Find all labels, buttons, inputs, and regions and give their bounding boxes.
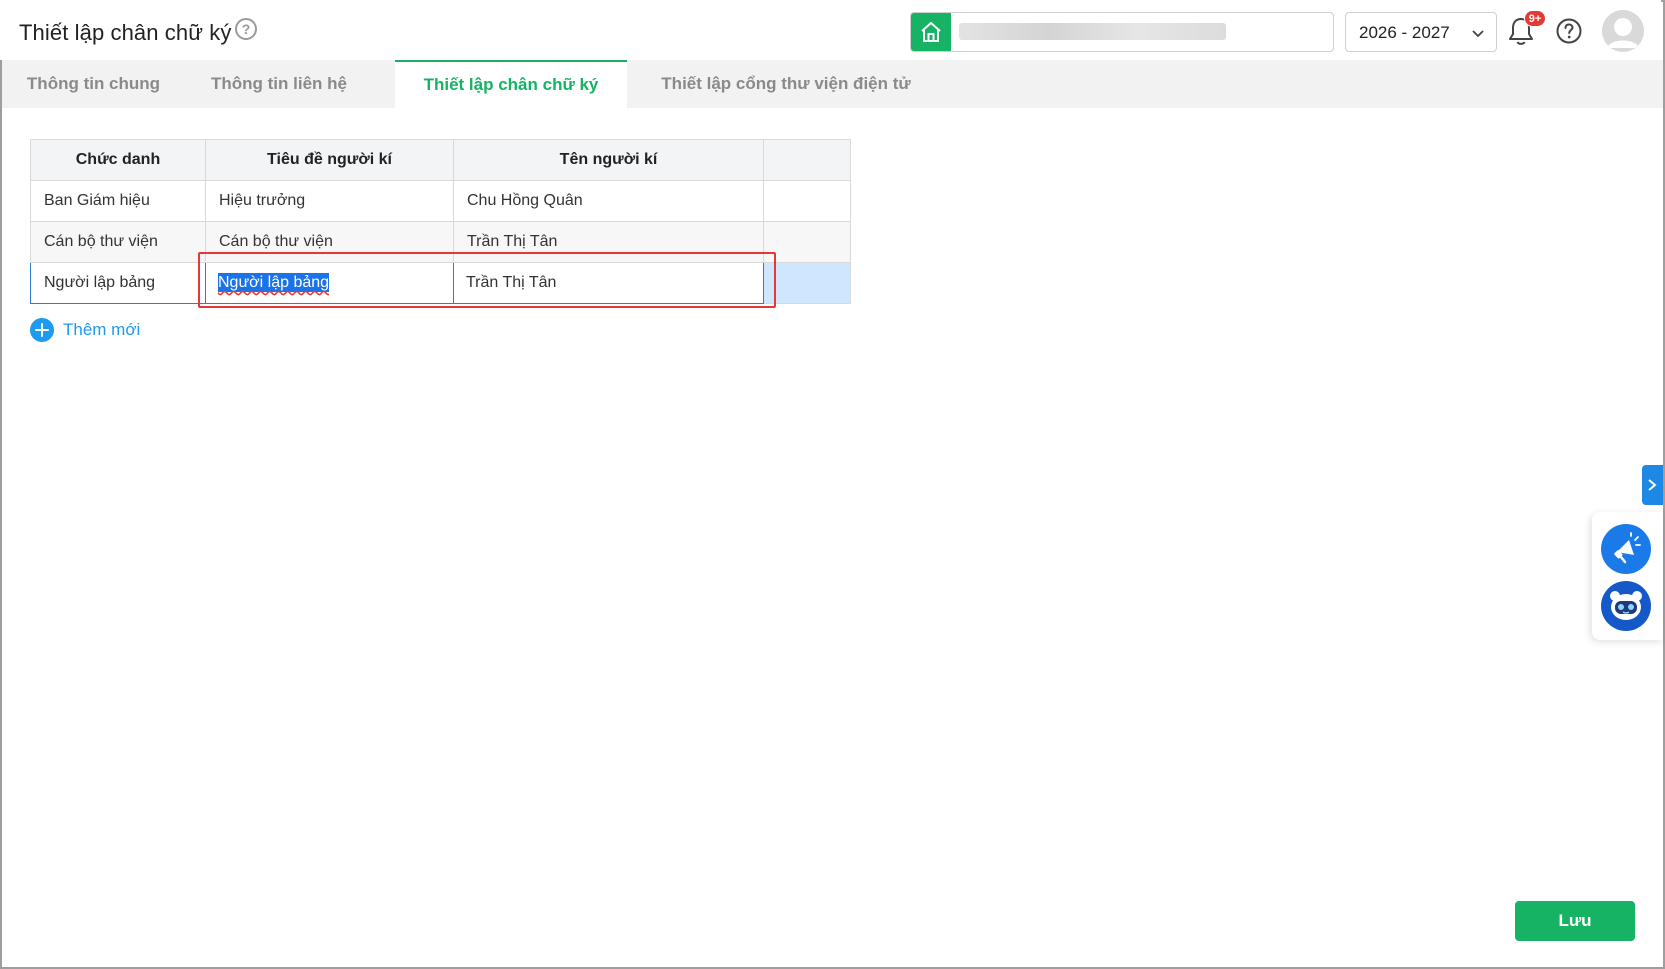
plus-icon xyxy=(30,318,54,342)
table-row-editing[interactable]: Người lập bảng Người lập bảng Trần Thị T… xyxy=(30,262,851,304)
column-header-actions xyxy=(763,139,851,181)
cell-actions[interactable] xyxy=(763,180,851,222)
robot-icon xyxy=(1610,591,1642,620)
school-year-select[interactable]: 2026 - 2027 xyxy=(1345,12,1497,52)
cell-position[interactable]: Cán bộ thư viện xyxy=(30,221,206,263)
cell-signer-title[interactable]: Hiệu trưởng xyxy=(205,180,454,222)
selected-text[interactable]: Người lập bảng xyxy=(218,273,330,292)
school-selector[interactable] xyxy=(910,12,1334,52)
tab-signature-setup[interactable]: Thiết lập chân chữ ký xyxy=(395,60,627,108)
megaphone-icon xyxy=(1614,532,1641,564)
avatar[interactable] xyxy=(1602,10,1644,52)
column-header-position: Chức danh xyxy=(30,139,206,181)
announcement-button[interactable] xyxy=(1601,524,1651,574)
home-icon[interactable] xyxy=(911,13,951,51)
cell-signer-name[interactable]: Chu Hồng Quân xyxy=(453,180,764,222)
tab-bar: Thông tin chung Thông tin liên hệ Thiết … xyxy=(2,60,1663,108)
table-row[interactable]: Ban Giám hiệu Hiệu trưởng Chu Hồng Quân xyxy=(30,180,851,222)
cell-position[interactable]: Ban Giám hiệu xyxy=(30,180,206,222)
title-help-icon[interactable]: ? xyxy=(235,18,257,40)
column-header-signer-name: Tên người kí xyxy=(453,139,764,181)
help-icon[interactable] xyxy=(1555,17,1583,45)
cell-signer-name[interactable]: Trần Thị Tân xyxy=(453,221,764,263)
column-header-signer-title: Tiêu đề người kí xyxy=(205,139,454,181)
tab-general-info[interactable]: Thông tin chung xyxy=(2,60,185,108)
signer-title-input[interactable]: Người lập bảng xyxy=(205,262,454,304)
side-panel-toggle[interactable] xyxy=(1642,465,1663,505)
tab-contact-info[interactable]: Thông tin liên hệ xyxy=(185,60,373,108)
top-bar: Thiết lập chân chữ ký ? 2026 - 2027 9+ xyxy=(0,0,1661,60)
chatbot-button[interactable] xyxy=(1601,581,1651,631)
add-new-button[interactable]: Thêm mới xyxy=(30,318,140,342)
tab-digital-library-portal[interactable]: Thiết lập cổng thư viện điện tử xyxy=(640,60,932,108)
cell-actions[interactable] xyxy=(763,262,851,304)
school-name-redacted xyxy=(959,23,1226,40)
chevron-down-icon xyxy=(1472,26,1484,44)
cell-signer-title[interactable]: Cán bộ thư viện xyxy=(205,221,454,263)
table-row[interactable]: Cán bộ thư viện Cán bộ thư viện Trần Thị… xyxy=(30,221,851,263)
page-title: Thiết lập chân chữ ký xyxy=(19,20,232,45)
chevron-right-icon xyxy=(1648,479,1657,491)
cell-position[interactable]: Người lập bảng xyxy=(30,262,206,304)
notification-badge: 9+ xyxy=(1524,10,1546,27)
add-new-label: Thêm mới xyxy=(63,320,141,339)
cell-actions[interactable] xyxy=(763,221,851,263)
school-year-value: 2026 - 2027 xyxy=(1359,23,1450,42)
signer-name-input[interactable]: Trần Thị Tân xyxy=(453,262,764,304)
save-button[interactable]: Lưu xyxy=(1515,901,1635,941)
signature-table: Chức danh Tiêu đề người kí Tên người kí … xyxy=(30,139,851,304)
floating-widgets xyxy=(1592,512,1663,640)
